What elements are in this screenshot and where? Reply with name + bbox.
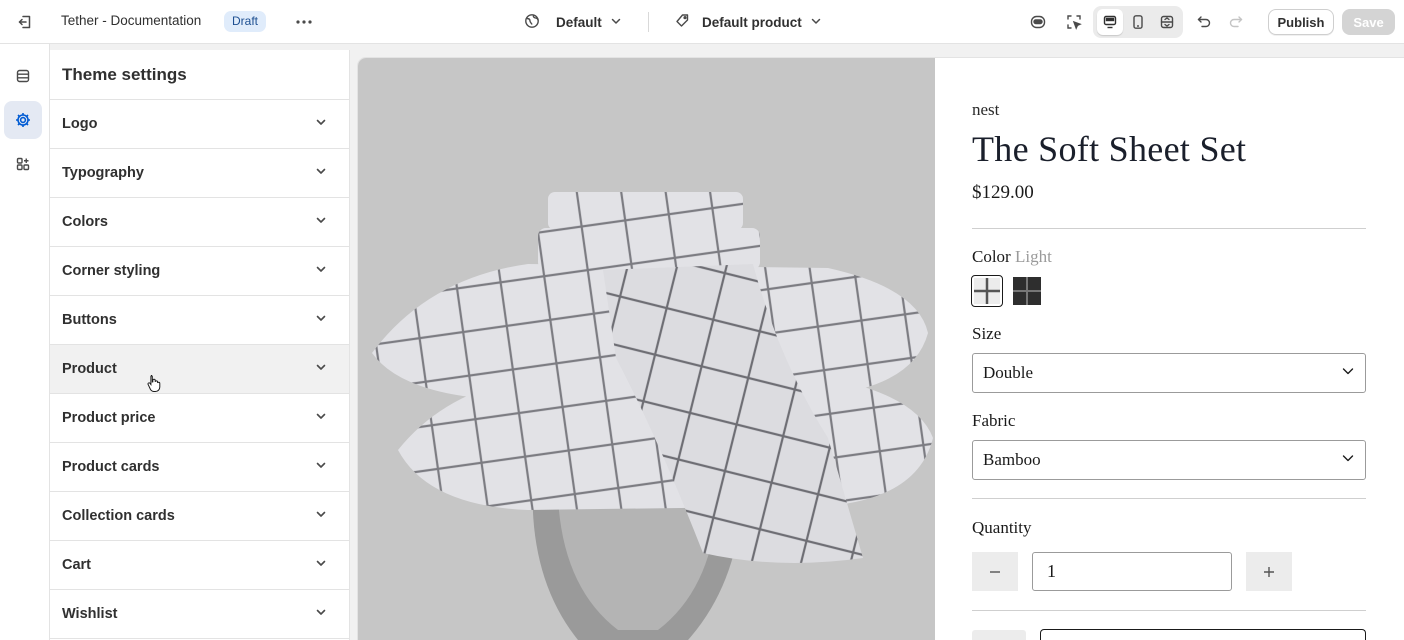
swatch-light[interactable] (971, 275, 1003, 307)
product-title: The Soft Sheet Set (972, 129, 1247, 169)
quantity-input[interactable]: 1 (1032, 552, 1232, 591)
chevron-down-icon (315, 459, 327, 475)
wishlist-button[interactable] (972, 630, 1026, 640)
accordion-item-label: Product price (62, 410, 156, 426)
tag-icon (674, 13, 690, 32)
desktop-view-icon[interactable] (1097, 9, 1123, 35)
fabric-select-value: Bamboo (983, 450, 1041, 469)
divider (972, 610, 1366, 611)
chevron-down-icon (315, 361, 327, 377)
fabric-select[interactable]: Bamboo (972, 440, 1366, 480)
product-image[interactable] (358, 58, 935, 640)
quantity-label: Quantity (972, 518, 1032, 537)
store-title: Tether - Documentation (61, 13, 202, 28)
chevron-down-icon (315, 410, 327, 426)
inspector-icon[interactable] (1060, 8, 1088, 36)
viewport-toggle (1093, 6, 1183, 38)
accordion-item-label: Corner styling (62, 263, 161, 279)
size-label: Size (972, 324, 1002, 343)
mobile-view-icon[interactable] (1125, 9, 1151, 35)
settings-accordion: Logo Typography Colors Corner styling Button… (50, 100, 349, 639)
hand-cursor-icon (146, 374, 162, 397)
gear-icon[interactable] (4, 101, 42, 139)
chevron-down-icon (810, 15, 822, 30)
save-button[interactable]: Save (1342, 9, 1395, 35)
chevron-down-icon (315, 606, 327, 622)
accordion-item-colors[interactable]: Colors (50, 198, 349, 247)
accordion-item-label: Typography (62, 165, 144, 181)
product-info: nest The Soft Sheet Set $129.00 Color Li… (971, 58, 1366, 640)
accordion-item-label: Collection cards (62, 508, 175, 524)
accordion-item-logo[interactable]: Logo (50, 100, 349, 149)
size-select-value: Double (983, 363, 1034, 382)
fullscreen-icon[interactable] (1154, 9, 1180, 35)
accordion-item-label: Wishlist (62, 606, 118, 622)
undo-icon[interactable] (1190, 8, 1218, 36)
divider (648, 12, 649, 32)
divider (972, 498, 1366, 499)
sections-icon[interactable] (4, 57, 42, 95)
product-price: $129.00 (972, 182, 1034, 203)
accordion-item-label: Buttons (62, 312, 117, 328)
accordion-item-label: Product (62, 361, 117, 377)
accordion-item-typography[interactable]: Typography (50, 149, 349, 198)
accordion-item-label: Logo (62, 116, 98, 132)
accordion-item-label: Cart (62, 557, 92, 573)
chevron-down-icon (315, 214, 327, 230)
chevron-down-icon (315, 557, 327, 573)
color-label: Color (972, 247, 1011, 266)
quantity-decrease-button[interactable] (972, 552, 1018, 591)
accordion-item-label: Product cards (62, 459, 160, 475)
template-selector-label: Default product (702, 14, 802, 30)
accordion-item-collection-cards[interactable]: Collection cards (50, 492, 349, 541)
theme-selector-label: Default (556, 14, 602, 30)
status-badge: Draft (224, 11, 267, 32)
top-bar: Tether - Documentation Draft Default Def… (0, 0, 1404, 44)
accordion-item-wishlist[interactable]: Wishlist (50, 590, 349, 639)
chevron-down-icon (610, 15, 622, 30)
color-option-label: Color Light (972, 247, 1052, 267)
product-vendor[interactable]: nest (972, 100, 999, 120)
swatch-dark[interactable] (1012, 276, 1042, 306)
add-to-cart-button[interactable] (1040, 629, 1366, 640)
left-rail (0, 44, 50, 640)
theme-settings-panel: Theme settings Logo Typography Colors Corne… (50, 50, 350, 640)
globe-icon (524, 13, 540, 32)
chevron-down-icon (315, 165, 327, 181)
accordion-item-product-cards[interactable]: Product cards (50, 443, 349, 492)
chevron-down-icon (1341, 450, 1355, 470)
accordion-item-product[interactable]: Product (50, 345, 349, 394)
quantity-increase-button[interactable] (1246, 552, 1292, 591)
theme-selector[interactable]: Default (524, 9, 622, 35)
accordion-item-product-price[interactable]: Product price (50, 394, 349, 443)
divider (972, 228, 1366, 229)
chevron-down-icon (315, 116, 327, 132)
more-actions-icon[interactable] (292, 10, 316, 34)
accordion-item-corner-styling[interactable]: Corner styling (50, 247, 349, 296)
apps-icon[interactable] (4, 145, 42, 183)
accordion-item-buttons[interactable]: Buttons (50, 296, 349, 345)
accordion-item-cart[interactable]: Cart (50, 541, 349, 590)
chevron-down-icon (1341, 363, 1355, 383)
exit-icon[interactable] (12, 9, 38, 35)
size-select[interactable]: Double (972, 353, 1366, 393)
ai-sidekick-icon[interactable] (1024, 8, 1052, 36)
chevron-down-icon (315, 263, 327, 279)
accordion-item-label: Colors (62, 214, 108, 230)
redo-icon[interactable] (1222, 8, 1250, 36)
template-selector[interactable]: Default product (674, 9, 822, 35)
chevron-down-icon (315, 508, 327, 524)
color-value: Light (1014, 247, 1052, 266)
storefront-preview: nest The Soft Sheet Set $129.00 Color Li… (358, 58, 1404, 640)
fabric-label: Fabric (972, 411, 1016, 430)
chevron-down-icon (315, 312, 327, 328)
publish-button[interactable]: Publish (1268, 9, 1334, 35)
panel-title: Theme settings (50, 50, 349, 100)
